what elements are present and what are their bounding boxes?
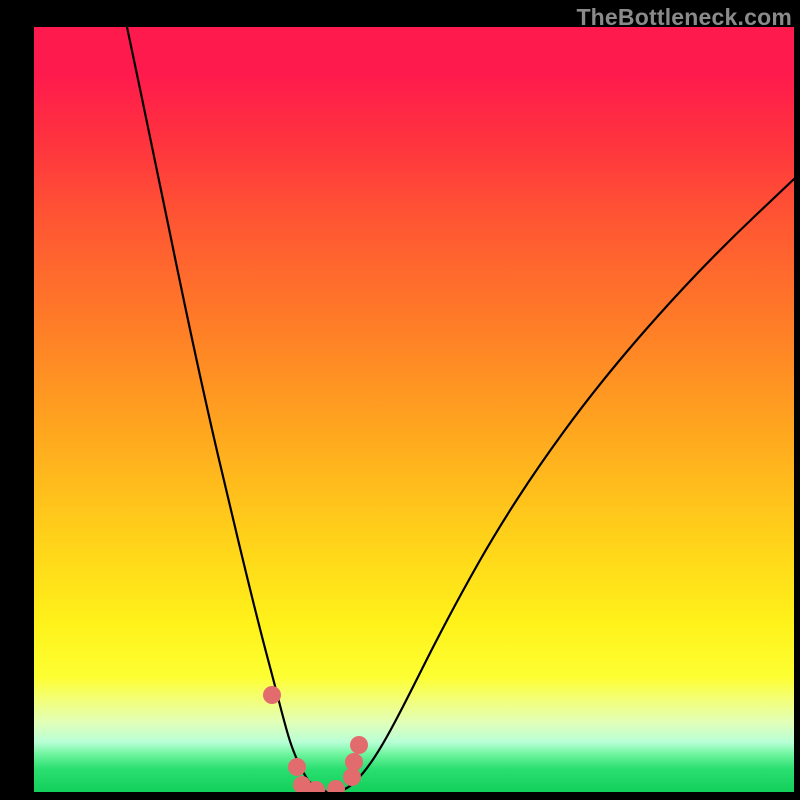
attribution-label: TheBottleneck.com xyxy=(576,4,792,31)
curve-right xyxy=(337,179,794,792)
curve-left xyxy=(127,27,327,792)
data-dot xyxy=(288,758,306,776)
data-dot xyxy=(350,736,368,754)
curve-layer xyxy=(34,27,794,792)
chart-frame: TheBottleneck.com xyxy=(0,0,800,800)
data-dot xyxy=(345,753,363,771)
data-dot xyxy=(263,686,281,704)
data-dot xyxy=(327,780,345,792)
plot-area xyxy=(34,27,794,792)
